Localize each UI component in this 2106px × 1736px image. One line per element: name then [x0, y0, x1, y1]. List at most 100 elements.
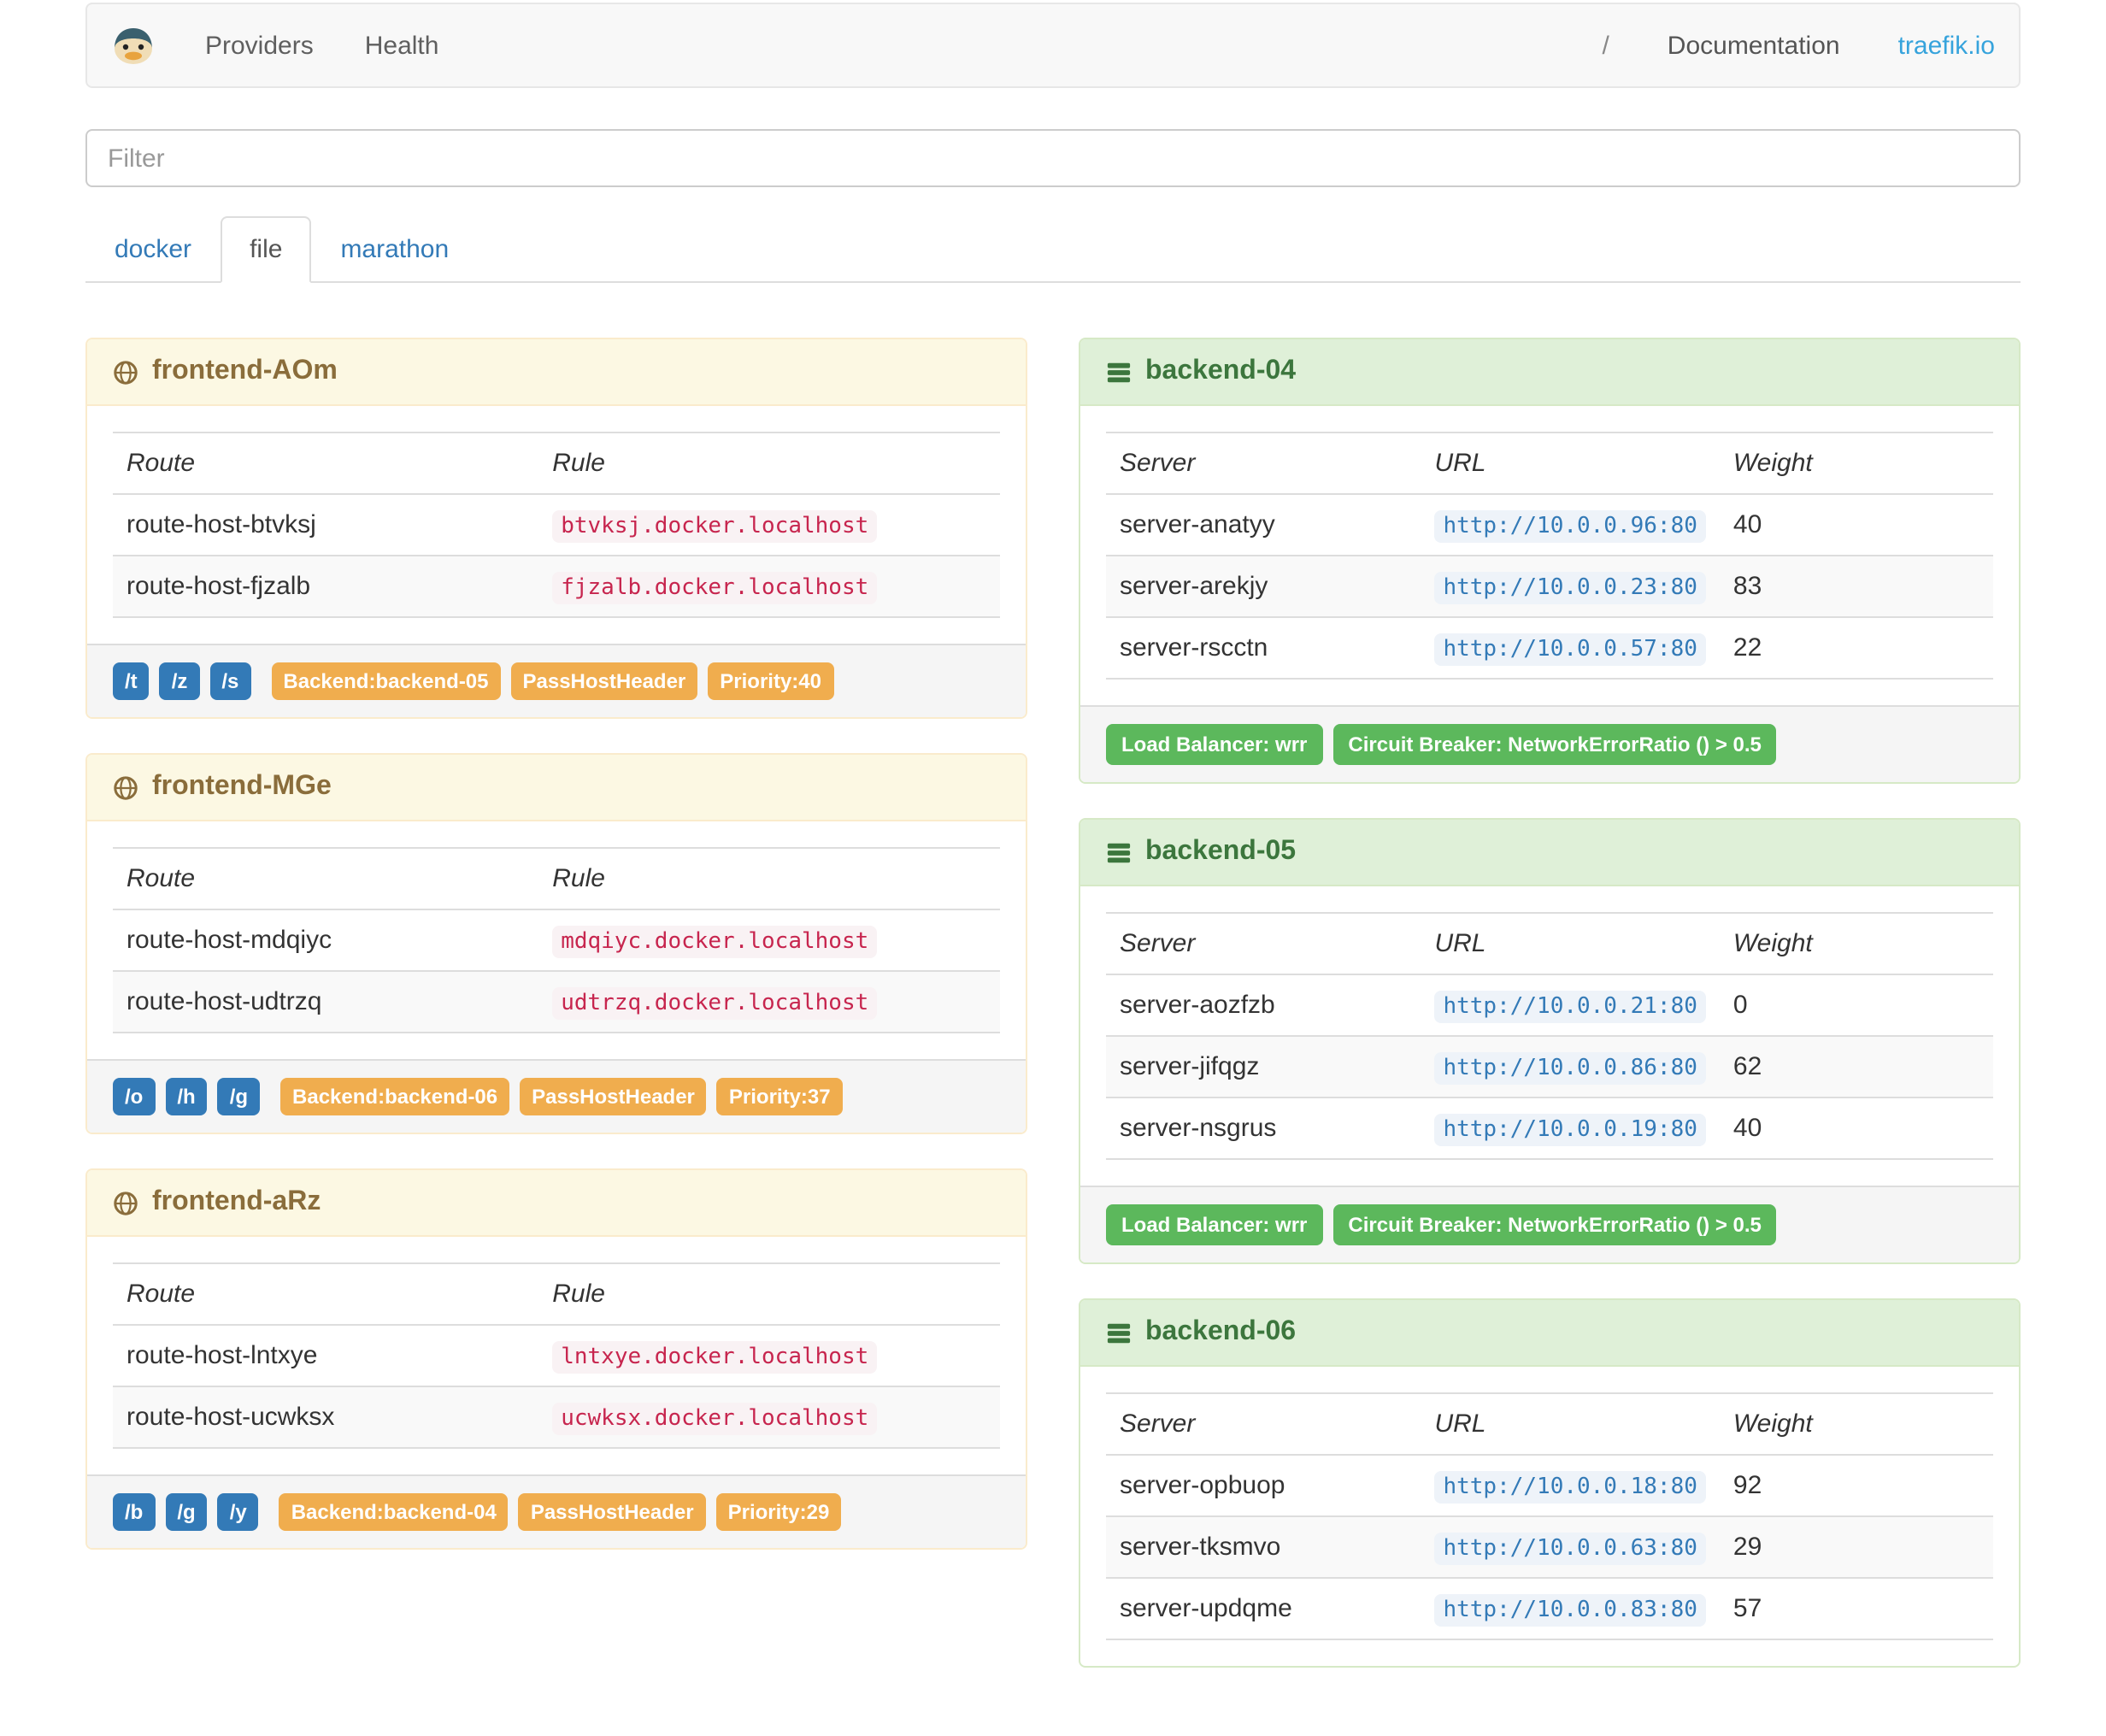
url-column-header: URL	[1421, 912, 1720, 974]
route-name: route-host-btvksj	[113, 493, 539, 556]
route-name: route-host-fjzalb	[113, 555, 539, 617]
server-url: http://10.0.0.57:80	[1434, 633, 1706, 666]
server-weight: 92	[1719, 1454, 1993, 1516]
entrypoint-badge: /t	[113, 662, 150, 700]
frontend-body: Route Rule route-host-lntxye lntxye.dock…	[87, 1237, 1026, 1474]
backend-footer: Load Balancer: wrr Circuit Breaker: Netw…	[1080, 705, 2019, 782]
route-row: route-host-btvksj btvksj.docker.localhos…	[113, 493, 1000, 556]
entrypoint-badge: /g	[165, 1493, 208, 1531]
server-weight: 0	[1719, 974, 1993, 1036]
frontend-panel: frontend-AOm Route Rule route-host-btvks…	[85, 338, 1027, 719]
server-row: server-rscctn http://10.0.0.57:80 22	[1106, 616, 1993, 679]
servers-icon	[1107, 362, 1131, 382]
route-rule: ucwksx.docker.localhost	[552, 1403, 878, 1435]
servers-icon	[1107, 842, 1131, 862]
priority-badge: Priority:37	[716, 1078, 843, 1115]
top-navbar: Providers Health / Documentation traefik…	[85, 3, 2021, 88]
nav-link-root[interactable]: /	[1602, 31, 1609, 60]
backends-column: backend-04 Server URL Weight server-anat…	[1079, 338, 2021, 1668]
server-name: server-jifqgz	[1106, 1035, 1421, 1098]
backend-footer: Load Balancer: wrr Circuit Breaker: Netw…	[1080, 1186, 2019, 1262]
entrypoint-badge: /o	[113, 1078, 156, 1115]
navbar-right: / Documentation traefik.io	[1602, 31, 1995, 60]
backend-panel: backend-04 Server URL Weight server-anat…	[1079, 338, 2021, 784]
server-row: server-nsgrus http://10.0.0.19:80 40	[1106, 1097, 1993, 1159]
backend-ref-badge: Backend:backend-05	[271, 662, 501, 700]
server-url: http://10.0.0.86:80	[1434, 1052, 1706, 1085]
server-name: server-aozfzb	[1106, 974, 1421, 1036]
server-name: server-arekjy	[1106, 555, 1421, 617]
server-weight: 40	[1719, 1097, 1993, 1159]
backend-title: backend-05	[1145, 837, 1297, 866]
priority-badge: Priority:40	[708, 662, 833, 700]
weight-column-header: Weight	[1719, 912, 1993, 974]
entrypoint-badge: /s	[209, 662, 251, 700]
route-rule: btvksj.docker.localhost	[552, 510, 878, 543]
nav-link-health[interactable]: Health	[339, 31, 465, 60]
tab-marathon[interactable]: marathon	[311, 216, 478, 283]
traefik-logo[interactable]	[111, 23, 156, 68]
server-url: http://10.0.0.83:80	[1434, 1594, 1706, 1627]
route-row: route-host-udtrzq udtrzq.docker.localhos…	[113, 970, 1000, 1033]
entrypoint-badge: /z	[159, 662, 200, 700]
route-name: route-host-ucwksx	[113, 1386, 539, 1448]
server-column-header: Server	[1106, 1392, 1421, 1455]
load-balancer-badge: Load Balancer: wrr	[1106, 724, 1323, 765]
server-url: http://10.0.0.21:80	[1434, 991, 1706, 1023]
frontend-body: Route Rule route-host-btvksj btvksj.dock…	[87, 406, 1026, 644]
frontend-title: frontend-MGe	[152, 772, 332, 801]
frontend-panel-header: frontend-AOm	[87, 339, 1026, 406]
filter-input[interactable]	[85, 129, 2021, 187]
globe-icon	[114, 775, 138, 799]
backend-ref-badge: Backend:backend-06	[280, 1078, 510, 1115]
route-row: route-host-fjzalb fjzalb.docker.localhos…	[113, 555, 1000, 617]
frontend-footer: /o /h /g Backend:backend-06 PassHostHead…	[87, 1059, 1026, 1133]
server-url: http://10.0.0.23:80	[1434, 572, 1706, 604]
route-name: route-host-mdqiyc	[113, 909, 539, 971]
circuit-breaker-badge: Circuit Breaker: NetworkErrorRatio () > …	[1332, 724, 1777, 765]
weight-column-header: Weight	[1719, 432, 1993, 494]
route-row: route-host-ucwksx ucwksx.docker.localhos…	[113, 1386, 1000, 1448]
priority-badge: Priority:29	[715, 1493, 842, 1531]
server-name: server-anatyy	[1106, 493, 1421, 556]
url-column-header: URL	[1421, 1392, 1720, 1455]
server-row: server-aozfzb http://10.0.0.21:80 0	[1106, 974, 1993, 1036]
route-name: route-host-udtrzq	[113, 970, 539, 1033]
frontend-body: Route Rule route-host-mdqiyc mdqiyc.dock…	[87, 821, 1026, 1059]
frontend-title: frontend-aRz	[152, 1187, 321, 1216]
frontend-footer: /t /z /s Backend:backend-05 PassHostHead…	[87, 644, 1026, 717]
nav-link-documentation[interactable]: Documentation	[1668, 31, 1840, 60]
server-row: server-updqme http://10.0.0.83:80 57	[1106, 1577, 1993, 1639]
frontends-column: frontend-AOm Route Rule route-host-btvks…	[85, 338, 1027, 1550]
route-row: route-host-mdqiyc mdqiyc.docker.localhos…	[113, 909, 1000, 971]
server-column-header: Server	[1106, 912, 1421, 974]
backend-title: backend-04	[1145, 356, 1297, 385]
nav-link-traefik-io[interactable]: traefik.io	[1898, 31, 1995, 60]
circuit-breaker-badge: Circuit Breaker: NetworkErrorRatio () > …	[1332, 1204, 1777, 1245]
tab-docker[interactable]: docker	[85, 216, 221, 283]
nav-link-providers[interactable]: Providers	[179, 31, 339, 60]
rule-column-header: Rule	[538, 432, 1000, 494]
passhostheader-badge: PassHostHeader	[518, 1493, 706, 1531]
server-row: server-opbuop http://10.0.0.18:80 92	[1106, 1454, 1993, 1516]
server-url: http://10.0.0.19:80	[1434, 1114, 1706, 1146]
weight-column-header: Weight	[1719, 1392, 1993, 1455]
frontend-title: frontend-AOm	[152, 356, 338, 385]
server-weight: 57	[1719, 1577, 1993, 1639]
route-row: route-host-lntxye lntxye.docker.localhos…	[113, 1324, 1000, 1386]
backend-body: Server URL Weight server-opbuop http://1…	[1080, 1367, 2019, 1666]
globe-icon	[114, 360, 138, 384]
backend-body: Server URL Weight server-anatyy http://1…	[1080, 406, 2019, 705]
routes-table: Route Rule route-host-mdqiyc mdqiyc.dock…	[113, 847, 1000, 1033]
entrypoint-badge: /g	[217, 1078, 261, 1115]
traefik-logo-icon	[115, 28, 152, 64]
servers-table: Server URL Weight server-aozfzb http://1…	[1106, 912, 1993, 1160]
servers-table: Server URL Weight server-anatyy http://1…	[1106, 432, 1993, 680]
server-url: http://10.0.0.96:80	[1434, 510, 1706, 543]
server-weight: 29	[1719, 1515, 1993, 1578]
backend-body: Server URL Weight server-aozfzb http://1…	[1080, 886, 2019, 1186]
frontend-panel: frontend-aRz Route Rule route-host-lntxy…	[85, 1168, 1027, 1550]
server-row: server-anatyy http://10.0.0.96:80 40	[1106, 493, 1993, 556]
tab-file[interactable]: file	[221, 216, 312, 283]
rule-column-header: Rule	[538, 1262, 1000, 1325]
